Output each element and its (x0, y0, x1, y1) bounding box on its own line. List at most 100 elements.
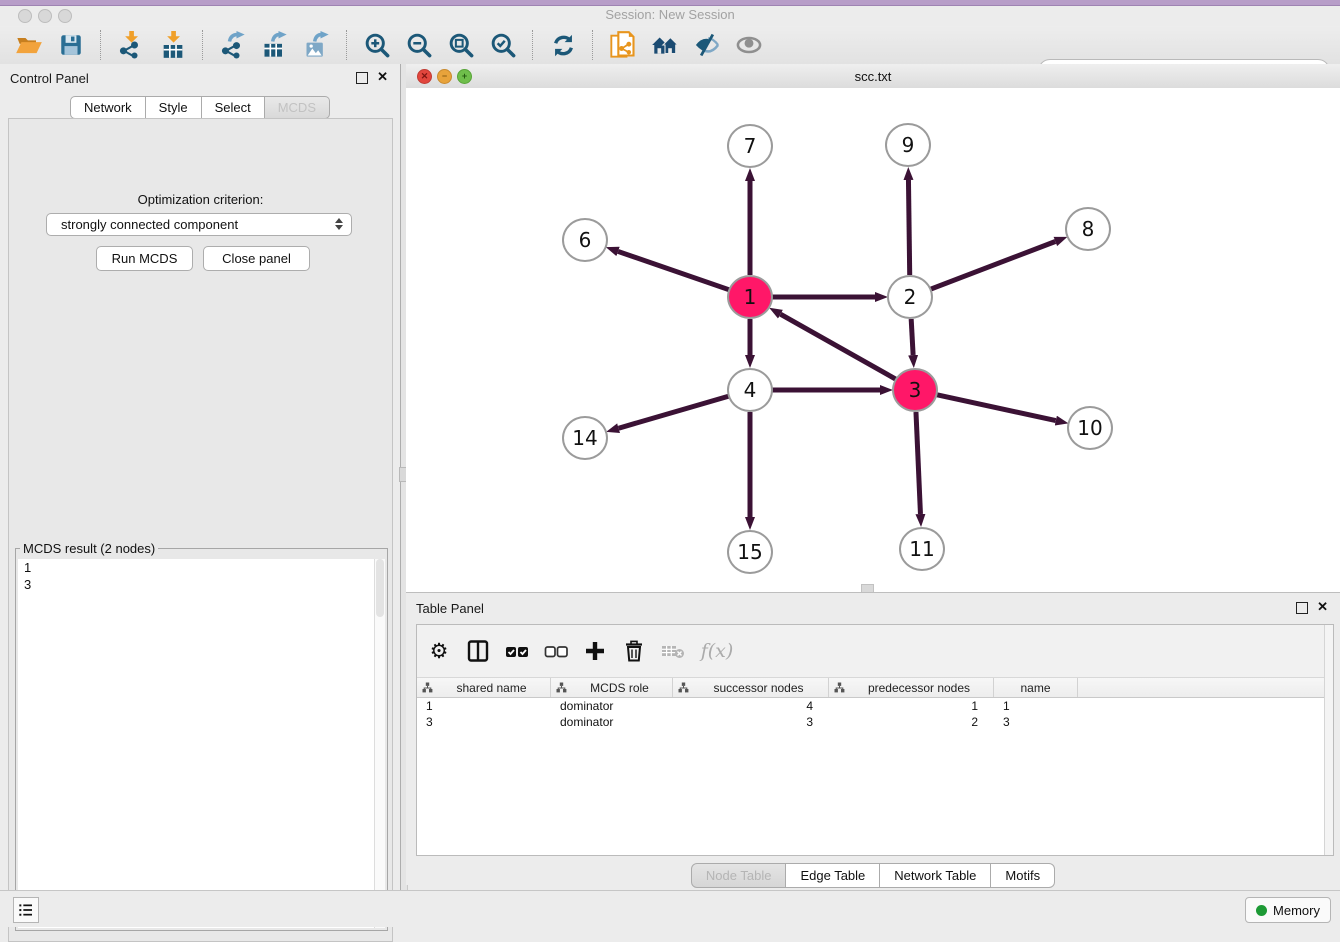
table-settings-button[interactable]: ⚙ (422, 634, 456, 668)
graph-node-9[interactable]: 9 (885, 123, 931, 167)
close-panel-icon[interactable] (377, 69, 388, 85)
graph-node-15[interactable]: 15 (727, 530, 773, 574)
optimization-criterion-label: Optimization criterion: (9, 192, 392, 207)
open-session-icon (15, 31, 43, 59)
tab-node-table[interactable]: Node Table (691, 863, 787, 888)
graph-edge-2-8[interactable] (931, 241, 1056, 289)
function-builder-button[interactable]: f(x) (695, 634, 739, 668)
export-network-button[interactable] (215, 29, 251, 61)
deselect-all-button[interactable] (539, 634, 573, 668)
tab-motifs[interactable]: Motifs (991, 863, 1055, 888)
table-settings-icon: ⚙ (430, 639, 449, 663)
table-row[interactable]: 3dominator323 (417, 714, 1333, 730)
graph-edge-4-14[interactable] (619, 396, 729, 428)
attribute-type-icon (422, 682, 433, 693)
tab-network-table[interactable]: Network Table (880, 863, 991, 888)
node-table-container: ⚙ (416, 624, 1334, 856)
export-network-icon (219, 31, 247, 59)
task-history-button[interactable] (13, 897, 39, 923)
table-cell: 3 (673, 714, 829, 730)
refresh-view-button[interactable] (545, 29, 581, 61)
select-stepper-icon (335, 218, 343, 230)
import-table-button[interactable] (155, 29, 191, 61)
show-graphics-details-button[interactable] (731, 29, 767, 61)
zoom-selected-button[interactable] (485, 29, 521, 61)
float-panel-icon[interactable] (356, 72, 368, 84)
delete-table-button[interactable] (656, 634, 690, 668)
column-header-name[interactable]: name (994, 678, 1078, 697)
graph-edge-1-6[interactable] (618, 251, 729, 289)
show-columns-button[interactable] (461, 634, 495, 668)
select-all-button[interactable] (500, 634, 534, 668)
export-image-icon (303, 31, 331, 59)
close-panel-button[interactable]: Close panel (203, 246, 310, 271)
graph-node-14[interactable]: 14 (562, 416, 608, 460)
table-row[interactable]: 1dominator411 (417, 698, 1333, 714)
zoom-fit-button[interactable] (443, 29, 479, 61)
hide-graphics-details-button[interactable] (689, 29, 725, 61)
memory-status-icon (1256, 905, 1267, 916)
export-image-button[interactable] (299, 29, 335, 61)
network-view-window: scc.txt 7968124314101511 (406, 64, 1340, 592)
result-node: 3 (18, 576, 385, 593)
node-table: shared nameMCDS rolesuccessor nodesprede… (417, 678, 1333, 730)
task-list-icon (18, 902, 34, 918)
criterion-select[interactable]: strongly connected component (46, 213, 352, 236)
control-panel: Control Panel NetworkStyleSelectMCDS Opt… (0, 64, 400, 890)
open-session-button[interactable] (11, 29, 47, 61)
column-header-MCDS-role[interactable]: MCDS role (551, 678, 673, 697)
column-header-predecessor-nodes[interactable]: predecessor nodes (829, 678, 994, 697)
tab-edge-table[interactable]: Edge Table (786, 863, 880, 888)
home-button[interactable] (647, 29, 683, 61)
graph-node-11[interactable]: 11 (899, 527, 945, 571)
table-cell: 4 (673, 698, 829, 714)
tab-network[interactable]: Network (70, 96, 146, 119)
tab-select[interactable]: Select (202, 96, 265, 119)
float-table-panel-icon[interactable] (1296, 602, 1308, 614)
graph-edge-3-11[interactable] (916, 412, 920, 514)
memory-button[interactable]: Memory (1245, 897, 1331, 923)
graph-node-10[interactable]: 10 (1067, 406, 1113, 450)
tab-mcds[interactable]: MCDS (265, 96, 330, 119)
column-header-successor-nodes[interactable]: successor nodes (673, 678, 829, 697)
show-graphics-details-icon (734, 31, 764, 59)
control-panel-title: Control Panel (10, 71, 89, 86)
column-header-shared-name[interactable]: shared name (417, 678, 551, 697)
close-table-panel-icon[interactable] (1317, 599, 1328, 615)
graph-edge-2-3[interactable] (911, 319, 913, 355)
table-cell: 1 (417, 698, 551, 714)
save-session-button[interactable] (53, 29, 89, 61)
table-scrollbar[interactable] (1324, 625, 1333, 855)
network-canvas[interactable]: 7 9 6 8 1 2 4 3 14 10 15 11 (406, 88, 1340, 592)
delete-row-button[interactable] (617, 634, 651, 668)
attribute-type-icon (678, 682, 689, 693)
graph-node-8[interactable]: 8 (1065, 207, 1111, 251)
mcds-result-list[interactable]: 13 (18, 559, 385, 928)
run-mcds-button[interactable]: Run MCDS (96, 246, 193, 271)
import-network-button[interactable] (113, 29, 149, 61)
criterion-value: strongly connected component (61, 217, 238, 232)
result-scrollbar[interactable] (374, 559, 385, 928)
graph-node-3[interactable]: 3 (892, 368, 938, 412)
graph-node-6[interactable]: 6 (562, 218, 608, 262)
result-node: 1 (18, 559, 385, 576)
import-table-icon (159, 31, 187, 59)
add-row-button[interactable] (578, 634, 612, 668)
graph-node-7[interactable]: 7 (727, 124, 773, 168)
zoom-out-icon (406, 32, 433, 59)
network-from-file-button[interactable] (605, 29, 641, 61)
attribute-type-icon (556, 682, 567, 693)
export-table-button[interactable] (257, 29, 293, 61)
graph-node-1[interactable]: 1 (727, 275, 773, 319)
memory-label: Memory (1273, 903, 1320, 918)
zoom-in-button[interactable] (359, 29, 395, 61)
zoom-out-button[interactable] (401, 29, 437, 61)
table-panel-tabs: Node TableEdge TableNetwork TableMotifs (406, 863, 1340, 888)
graph-edge-2-9[interactable] (908, 180, 909, 275)
column-label: name (994, 681, 1077, 695)
graph-edge-3-10[interactable] (936, 395, 1055, 421)
graph-node-2[interactable]: 2 (887, 275, 933, 319)
graph-edge-3-1[interactable] (780, 314, 895, 379)
graph-node-4[interactable]: 4 (727, 368, 773, 412)
tab-style[interactable]: Style (146, 96, 202, 119)
